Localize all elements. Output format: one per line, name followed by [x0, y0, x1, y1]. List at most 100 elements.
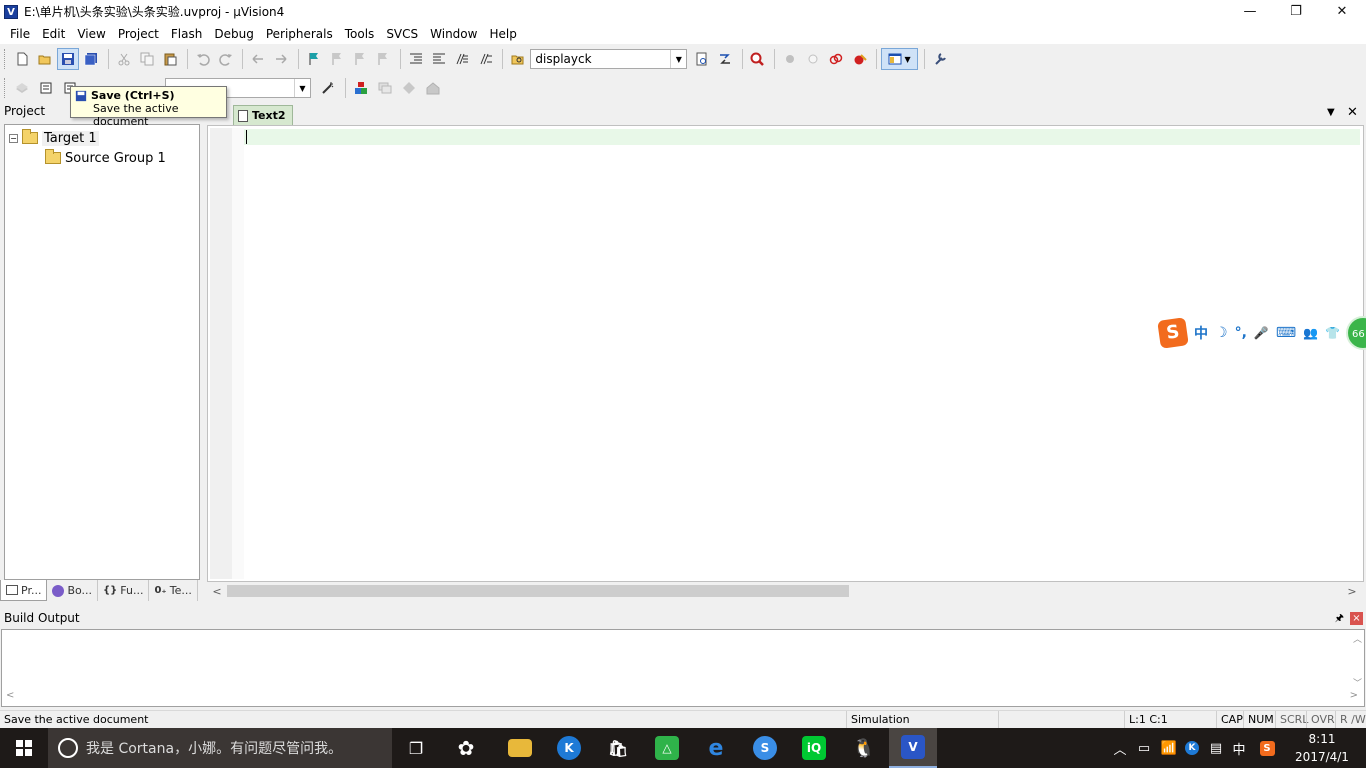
scroll-left-icon[interactable]: < [209, 582, 225, 600]
collapse-icon[interactable]: − [9, 133, 18, 143]
menu-help[interactable]: Help [483, 24, 522, 44]
menu-project[interactable]: Project [112, 24, 165, 44]
tab-text2[interactable]: Text2 [233, 105, 293, 125]
menu-window[interactable]: Window [424, 24, 483, 44]
insert-bookmark-button[interactable] [303, 48, 324, 70]
taskbar-app-store[interactable]: 🛍 [594, 728, 642, 768]
toolbar-grip[interactable] [4, 78, 8, 98]
start-button[interactable] [0, 728, 48, 768]
tab-functions[interactable]: {} Fu... [98, 580, 150, 601]
horizontal-scrollbar[interactable]: < > [207, 582, 1364, 600]
taskbar-app-iqiyi[interactable]: iQ [790, 728, 838, 768]
next-bookmark-button[interactable] [350, 48, 371, 70]
toolbar-grip[interactable] [4, 49, 8, 69]
close-icon[interactable]: × [1350, 612, 1363, 625]
taskbar-clock[interactable]: 8:11 2017/4/1 [1292, 730, 1352, 766]
tab-books[interactable]: Bo... [47, 580, 99, 601]
save-all-button[interactable] [81, 48, 102, 70]
tree-item-source-group[interactable]: Source Group 1 [41, 149, 166, 167]
kill-all-breakpoints-button[interactable] [849, 48, 870, 70]
pack-installer-button[interactable] [422, 77, 444, 99]
wifi-icon[interactable]: 📶 [1158, 728, 1180, 768]
task-view-button[interactable]: ❐ [392, 728, 440, 768]
chevron-down-icon[interactable]: ▼ [670, 50, 686, 68]
restore-icon[interactable]: ❐ [1273, 0, 1319, 23]
ime-users-icon[interactable]: 👥 [1303, 326, 1318, 340]
cortana-search-box[interactable]: 我是 Cortana，小娜。有问题尽管问我。 [48, 728, 392, 768]
taskbar-app-file-explorer[interactable] [496, 728, 544, 768]
menu-edit[interactable]: Edit [36, 24, 71, 44]
previous-bookmark-button[interactable] [326, 48, 347, 70]
pin-icon[interactable]: 🖈 [1335, 609, 1344, 628]
scroll-left-icon[interactable]: < [6, 690, 14, 701]
taskbar-app-green[interactable]: △ [643, 728, 691, 768]
clear-bookmarks-button[interactable] [373, 48, 394, 70]
ime-keyboard-icon[interactable]: ⌨ [1276, 325, 1296, 341]
taskbar-app-kugou[interactable]: K [545, 728, 593, 768]
ime-skin-icon[interactable]: 👕 [1325, 326, 1340, 340]
menu-peripherals[interactable]: Peripherals [260, 24, 339, 44]
copy-button[interactable] [136, 48, 157, 70]
ime-moon-icon[interactable]: ☽ [1215, 325, 1228, 341]
tab-list-dropdown-icon[interactable]: ▼ [1327, 107, 1335, 118]
scroll-down-icon[interactable]: ﹀ [1353, 676, 1362, 689]
menu-view[interactable]: View [71, 24, 111, 44]
configure-button[interactable] [929, 48, 950, 70]
window-layout-button[interactable]: ▼ [881, 48, 918, 70]
new-file-button[interactable] [11, 48, 32, 70]
close-icon[interactable]: ✕ [1319, 0, 1365, 23]
close-document-icon[interactable]: ✕ [1347, 105, 1358, 120]
translate-button[interactable] [11, 77, 33, 99]
build-output-text[interactable]: ︿ ﹀ < > [1, 629, 1365, 707]
find-in-files-button[interactable] [507, 48, 528, 70]
enable-breakpoint-button[interactable] [802, 48, 823, 70]
tab-project[interactable]: Pr... [0, 580, 48, 601]
chevron-down-icon[interactable]: ▼ [294, 79, 310, 97]
save-button[interactable] [57, 48, 79, 70]
taskbar-app-uvision[interactable]: V [889, 728, 937, 768]
build-button[interactable] [35, 77, 57, 99]
menu-flash[interactable]: Flash [165, 24, 208, 44]
sogou-tray-icon[interactable]: S [1256, 728, 1278, 768]
select-packs-button[interactable] [398, 77, 420, 99]
battery-icon[interactable]: ▭ [1134, 728, 1154, 768]
navigate-back-button[interactable] [247, 48, 268, 70]
menu-file[interactable]: File [4, 24, 36, 44]
taskbar-app-edge[interactable]: e [692, 728, 740, 768]
find-button[interactable] [691, 48, 712, 70]
scroll-up-icon[interactable]: ︿ [1353, 632, 1362, 645]
code-editor[interactable] [207, 125, 1364, 582]
taskbar-app-qq[interactable]: 🐧 [840, 728, 888, 768]
taskbar-app-sogou-browser[interactable]: S [741, 728, 789, 768]
ime-punctuation-icon[interactable]: °, [1235, 325, 1247, 341]
debug-session-button[interactable] [747, 48, 768, 70]
sogou-logo-icon[interactable]: S [1157, 317, 1189, 349]
tree-item-target[interactable]: − Target 1 [9, 129, 99, 147]
comment-button[interactable] [452, 48, 473, 70]
menu-svcs[interactable]: SVCS [380, 24, 424, 44]
tab-templates[interactable]: 0₊ Te... [149, 580, 198, 601]
ime-chinese-mode-icon[interactable]: 中 [1194, 323, 1208, 343]
scrollbar-thumb[interactable] [227, 585, 849, 597]
uncomment-button[interactable] [475, 48, 496, 70]
ime-microphone-icon[interactable]: 🎤 [1254, 326, 1269, 340]
manage-components-button[interactable] [350, 77, 372, 99]
file-extensions-button[interactable] [374, 77, 396, 99]
uvision-app-icon[interactable]: V [4, 4, 18, 19]
tray-language[interactable]: 中 [1229, 728, 1249, 768]
taskbar-app-pinwheel[interactable]: ✿ [442, 728, 490, 768]
navigate-forward-button[interactable] [271, 48, 292, 70]
disable-all-breakpoints-button[interactable] [826, 48, 847, 70]
ime-badge[interactable]: 66 [1346, 316, 1366, 350]
unindent-button[interactable] [428, 48, 449, 70]
menu-debug[interactable]: Debug [208, 24, 259, 44]
kugou-tray-icon[interactable]: K [1182, 728, 1202, 768]
scroll-right-icon[interactable]: > [1350, 690, 1358, 701]
tray-overflow-icon[interactable]: ︿ [1110, 728, 1130, 768]
menu-tools[interactable]: Tools [339, 24, 381, 44]
paste-button[interactable] [160, 48, 181, 70]
find-combo[interactable]: displayck ▼ [530, 49, 688, 69]
redo-button[interactable] [215, 48, 236, 70]
notification-icon[interactable]: ▤ [1206, 728, 1226, 768]
scroll-right-icon[interactable]: > [1344, 582, 1360, 600]
